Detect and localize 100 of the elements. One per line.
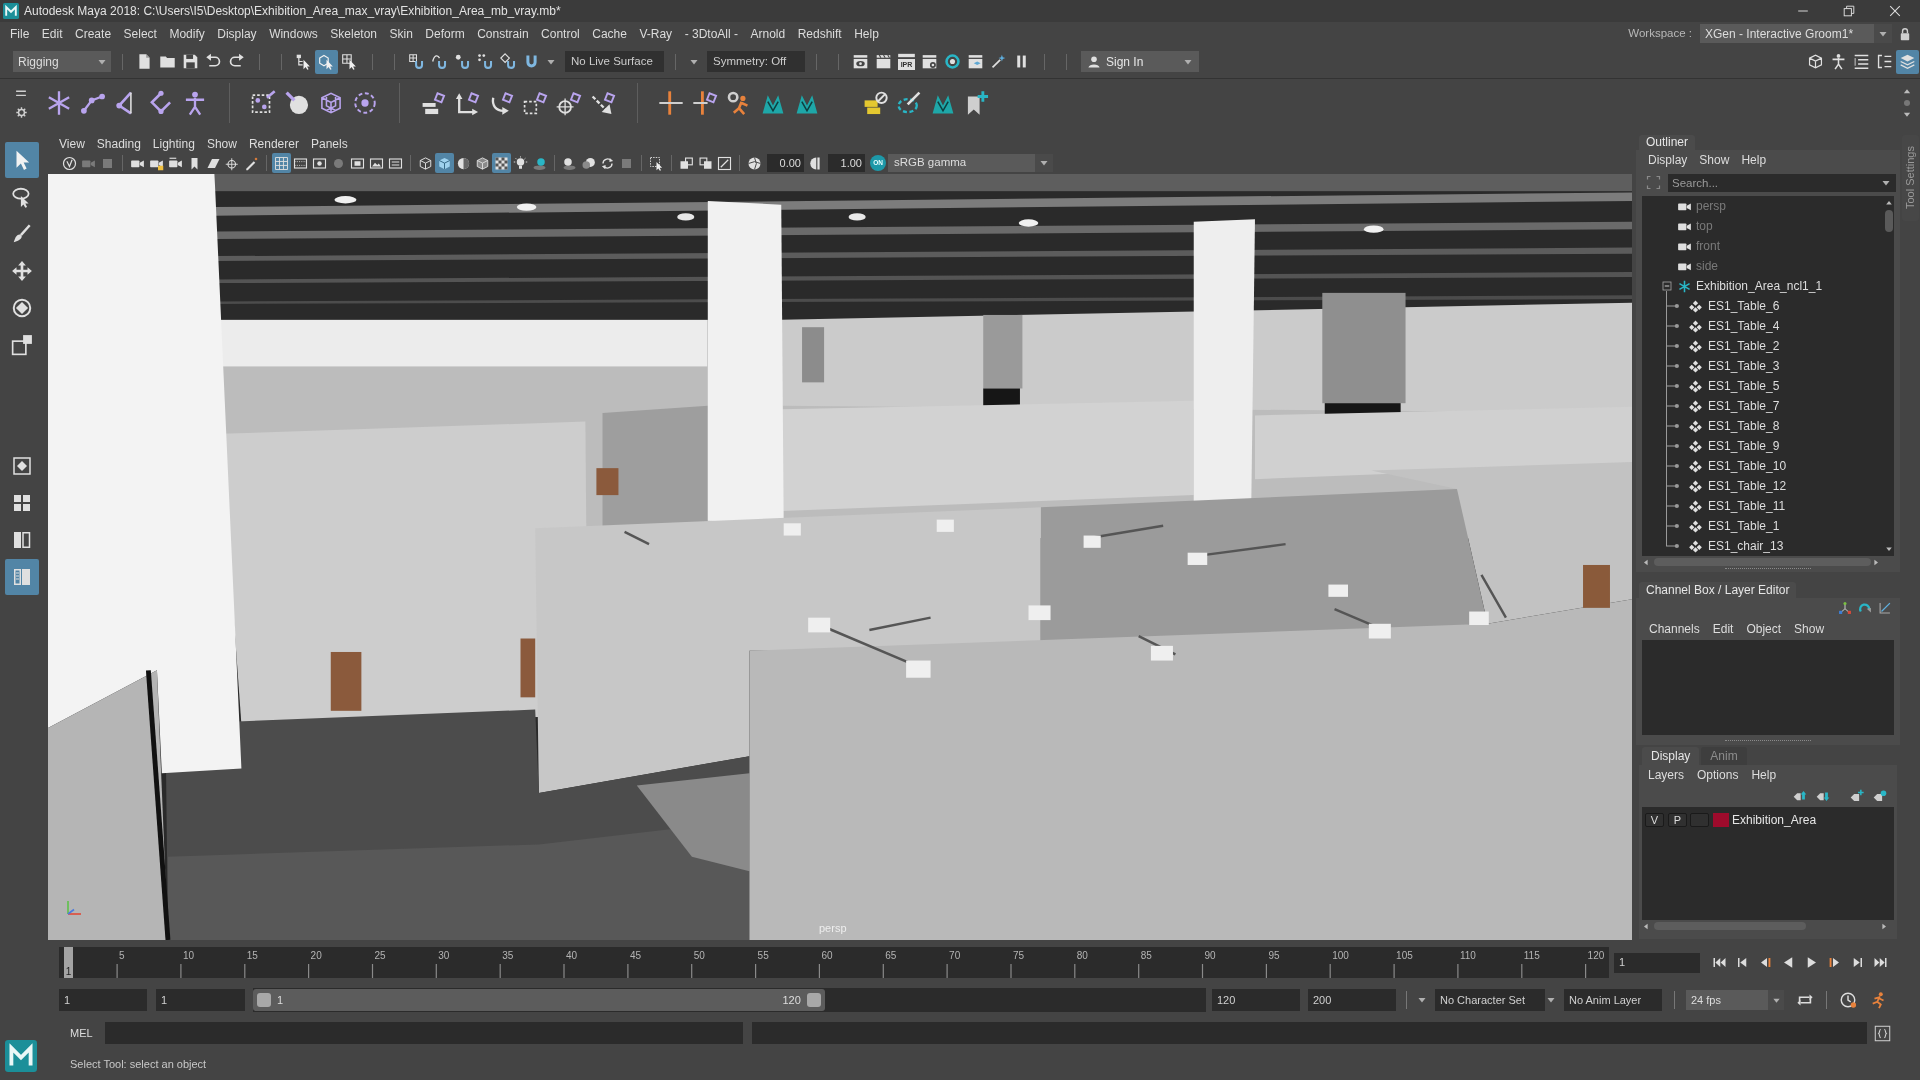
menu-item[interactable]: Help xyxy=(854,24,879,43)
down-arrow-icon[interactable] xyxy=(1883,545,1894,553)
magnet-curve-icon[interactable] xyxy=(431,53,448,70)
playback-start-field[interactable]: 1 xyxy=(156,989,245,1011)
sign-in-dropdown[interactable]: Sign In xyxy=(1081,51,1199,72)
right-arrow-icon[interactable] xyxy=(1872,557,1880,567)
menu-item[interactable]: Create xyxy=(75,24,112,43)
menu-item[interactable]: Object xyxy=(1746,620,1782,638)
restore-icon[interactable] xyxy=(1841,3,1857,19)
outliner-item[interactable]: ES1_Table_9 xyxy=(1707,438,1781,454)
character-set-field[interactable]: No Character Set xyxy=(1435,989,1545,1011)
color-swatch-icon[interactable] xyxy=(1713,813,1729,827)
stacked-boxes-icon[interactable] xyxy=(862,89,888,116)
magnet-diamond-icon[interactable] xyxy=(500,53,517,70)
dashed-lasso-brush-icon[interactable] xyxy=(896,89,922,116)
tag-up-arrow-icon[interactable] xyxy=(1792,789,1808,803)
redo-arrow-icon[interactable] xyxy=(228,53,245,70)
command-language-label[interactable]: MEL xyxy=(70,1024,105,1042)
menu-set-dropdown[interactable]: Rigging xyxy=(13,51,111,72)
menu-item[interactable]: Channels xyxy=(1649,620,1700,638)
exposure-field[interactable]: 0.00 xyxy=(767,154,804,172)
menu-item[interactable]: File xyxy=(10,24,30,43)
dot-ring-icon[interactable] xyxy=(352,89,378,116)
outliner-item[interactable]: ES1_Table_7 xyxy=(1707,398,1781,414)
menu-item[interactable]: Help xyxy=(1741,151,1767,169)
fps-dropdown[interactable]: 24 fps xyxy=(1686,990,1784,1010)
angle-arrow-icon[interactable] xyxy=(1878,601,1892,615)
range-bar[interactable] xyxy=(253,989,825,1011)
undo-arrow-icon[interactable] xyxy=(205,53,222,70)
dotted-box-icon[interactable] xyxy=(250,89,276,116)
range-slider-track[interactable]: 1 120 xyxy=(253,988,1206,1012)
menu-item[interactable]: Skin xyxy=(389,24,413,43)
menu-item[interactable]: Constrain xyxy=(477,24,529,43)
up-arrow-icon[interactable] xyxy=(1883,199,1894,207)
wand-icon[interactable] xyxy=(990,53,1007,70)
color-space-dropdown[interactable]: sRGB gamma xyxy=(888,154,1053,172)
panel-menu-item[interactable]: View xyxy=(59,134,85,153)
outliner-item[interactable]: ES1_Table_5 xyxy=(1707,378,1781,394)
selection-mode-button[interactable] xyxy=(315,49,338,74)
clapper-diamond-icon[interactable] xyxy=(967,53,984,70)
menu-item[interactable]: Display xyxy=(1648,151,1688,169)
axes-icon[interactable] xyxy=(1838,601,1852,615)
link-dashed-box-icon[interactable] xyxy=(522,89,548,116)
menu-item[interactable]: - 3DtoAll - xyxy=(684,24,738,43)
menu-item[interactable]: Cache xyxy=(592,24,627,43)
floppy-icon[interactable] xyxy=(182,53,199,70)
magnet-dots-icon[interactable] xyxy=(477,53,494,70)
menu-item[interactable]: Show xyxy=(1699,151,1730,169)
start-frame-field[interactable]: 1 xyxy=(59,989,147,1011)
current-frame-field[interactable]: 1 xyxy=(1614,952,1700,973)
viewport-toolbar-button[interactable] xyxy=(492,153,511,173)
panel-menu-item[interactable]: Renderer xyxy=(248,134,299,153)
outliner-item[interactable]: Exhibition_Area_ncl1_1 xyxy=(1695,278,1824,294)
clapper-eye-icon[interactable] xyxy=(852,53,869,70)
menu-item[interactable]: Layers xyxy=(1648,766,1685,784)
key-back-icon[interactable] xyxy=(1758,955,1773,970)
menu-item[interactable]: Control xyxy=(541,24,580,43)
magnet-grid-icon[interactable] xyxy=(408,53,425,70)
outliner-item[interactable]: ES1_Table_4 xyxy=(1707,318,1781,334)
outliner-item[interactable]: ES1_Table_1 xyxy=(1707,518,1781,534)
outliner-item[interactable]: ES1_Table_10 xyxy=(1707,458,1788,474)
live-surface-field[interactable]: No Live Surface xyxy=(565,51,664,72)
ring-icon[interactable] xyxy=(944,53,961,70)
menu-item[interactable]: Redshift xyxy=(797,24,842,43)
channel-box-tab[interactable]: Channel Box / Layer Editor xyxy=(1639,582,1797,598)
magnet-icon[interactable] xyxy=(523,53,540,70)
menu-item[interactable]: V-Ray xyxy=(639,24,673,43)
menu-item[interactable]: Arnold xyxy=(750,24,786,43)
bent-joint-icon[interactable] xyxy=(148,89,174,116)
menu-item[interactable]: Modify xyxy=(169,24,205,43)
tool-button[interactable] xyxy=(5,142,39,178)
menu-item[interactable]: Skeleton xyxy=(330,24,377,43)
link-crosshair-icon[interactable] xyxy=(556,89,582,116)
search-field[interactable]: Search... xyxy=(1668,173,1896,192)
time-slider[interactable]: 5 10 15 20 25 30 35 40 45 50 55 60 65 70 75 80 85 90 95 100 105 110 115 120 1 xyxy=(59,947,1609,978)
asterisk-icon[interactable] xyxy=(46,89,72,116)
playhead[interactable]: 1 xyxy=(64,947,73,978)
panel-menu-item[interactable]: Panels xyxy=(310,134,348,153)
tag-plus-icon[interactable] xyxy=(1849,789,1865,803)
right-arrow-icon[interactable] xyxy=(1880,921,1888,931)
gamma-field[interactable]: 1.00 xyxy=(828,154,865,172)
file-icon[interactable] xyxy=(136,53,153,70)
folder-icon[interactable] xyxy=(159,53,176,70)
outliner-item[interactable]: ES1_Table_11 xyxy=(1707,498,1787,514)
workspace-dropdown[interactable]: XGen - Interactive Groom1* xyxy=(1700,24,1892,43)
menu-item[interactable]: Help xyxy=(1751,766,1777,784)
playback-end-field[interactable]: 120 xyxy=(1212,989,1300,1011)
outliner-item[interactable]: ES1_Table_8 xyxy=(1707,418,1781,434)
panel-menu-item[interactable]: Show xyxy=(206,134,237,153)
layer-editor-tab[interactable]: Display xyxy=(1642,747,1700,765)
close-icon[interactable] xyxy=(1887,3,1903,19)
outliner-tab[interactable]: Outliner xyxy=(1639,135,1696,150)
playback-toggle[interactable]: P xyxy=(1668,813,1687,827)
clock-icon[interactable] xyxy=(1839,991,1857,1009)
collapse-box-icon[interactable] xyxy=(1662,281,1672,291)
link-bars-icon[interactable] xyxy=(420,89,446,116)
outliner-item[interactable]: ES1_Table_6 xyxy=(1707,298,1781,314)
panel-menu-item[interactable]: Shading xyxy=(96,134,141,153)
arc-arrow-icon[interactable] xyxy=(1858,601,1872,615)
panel-toggle-button[interactable] xyxy=(1896,49,1919,74)
